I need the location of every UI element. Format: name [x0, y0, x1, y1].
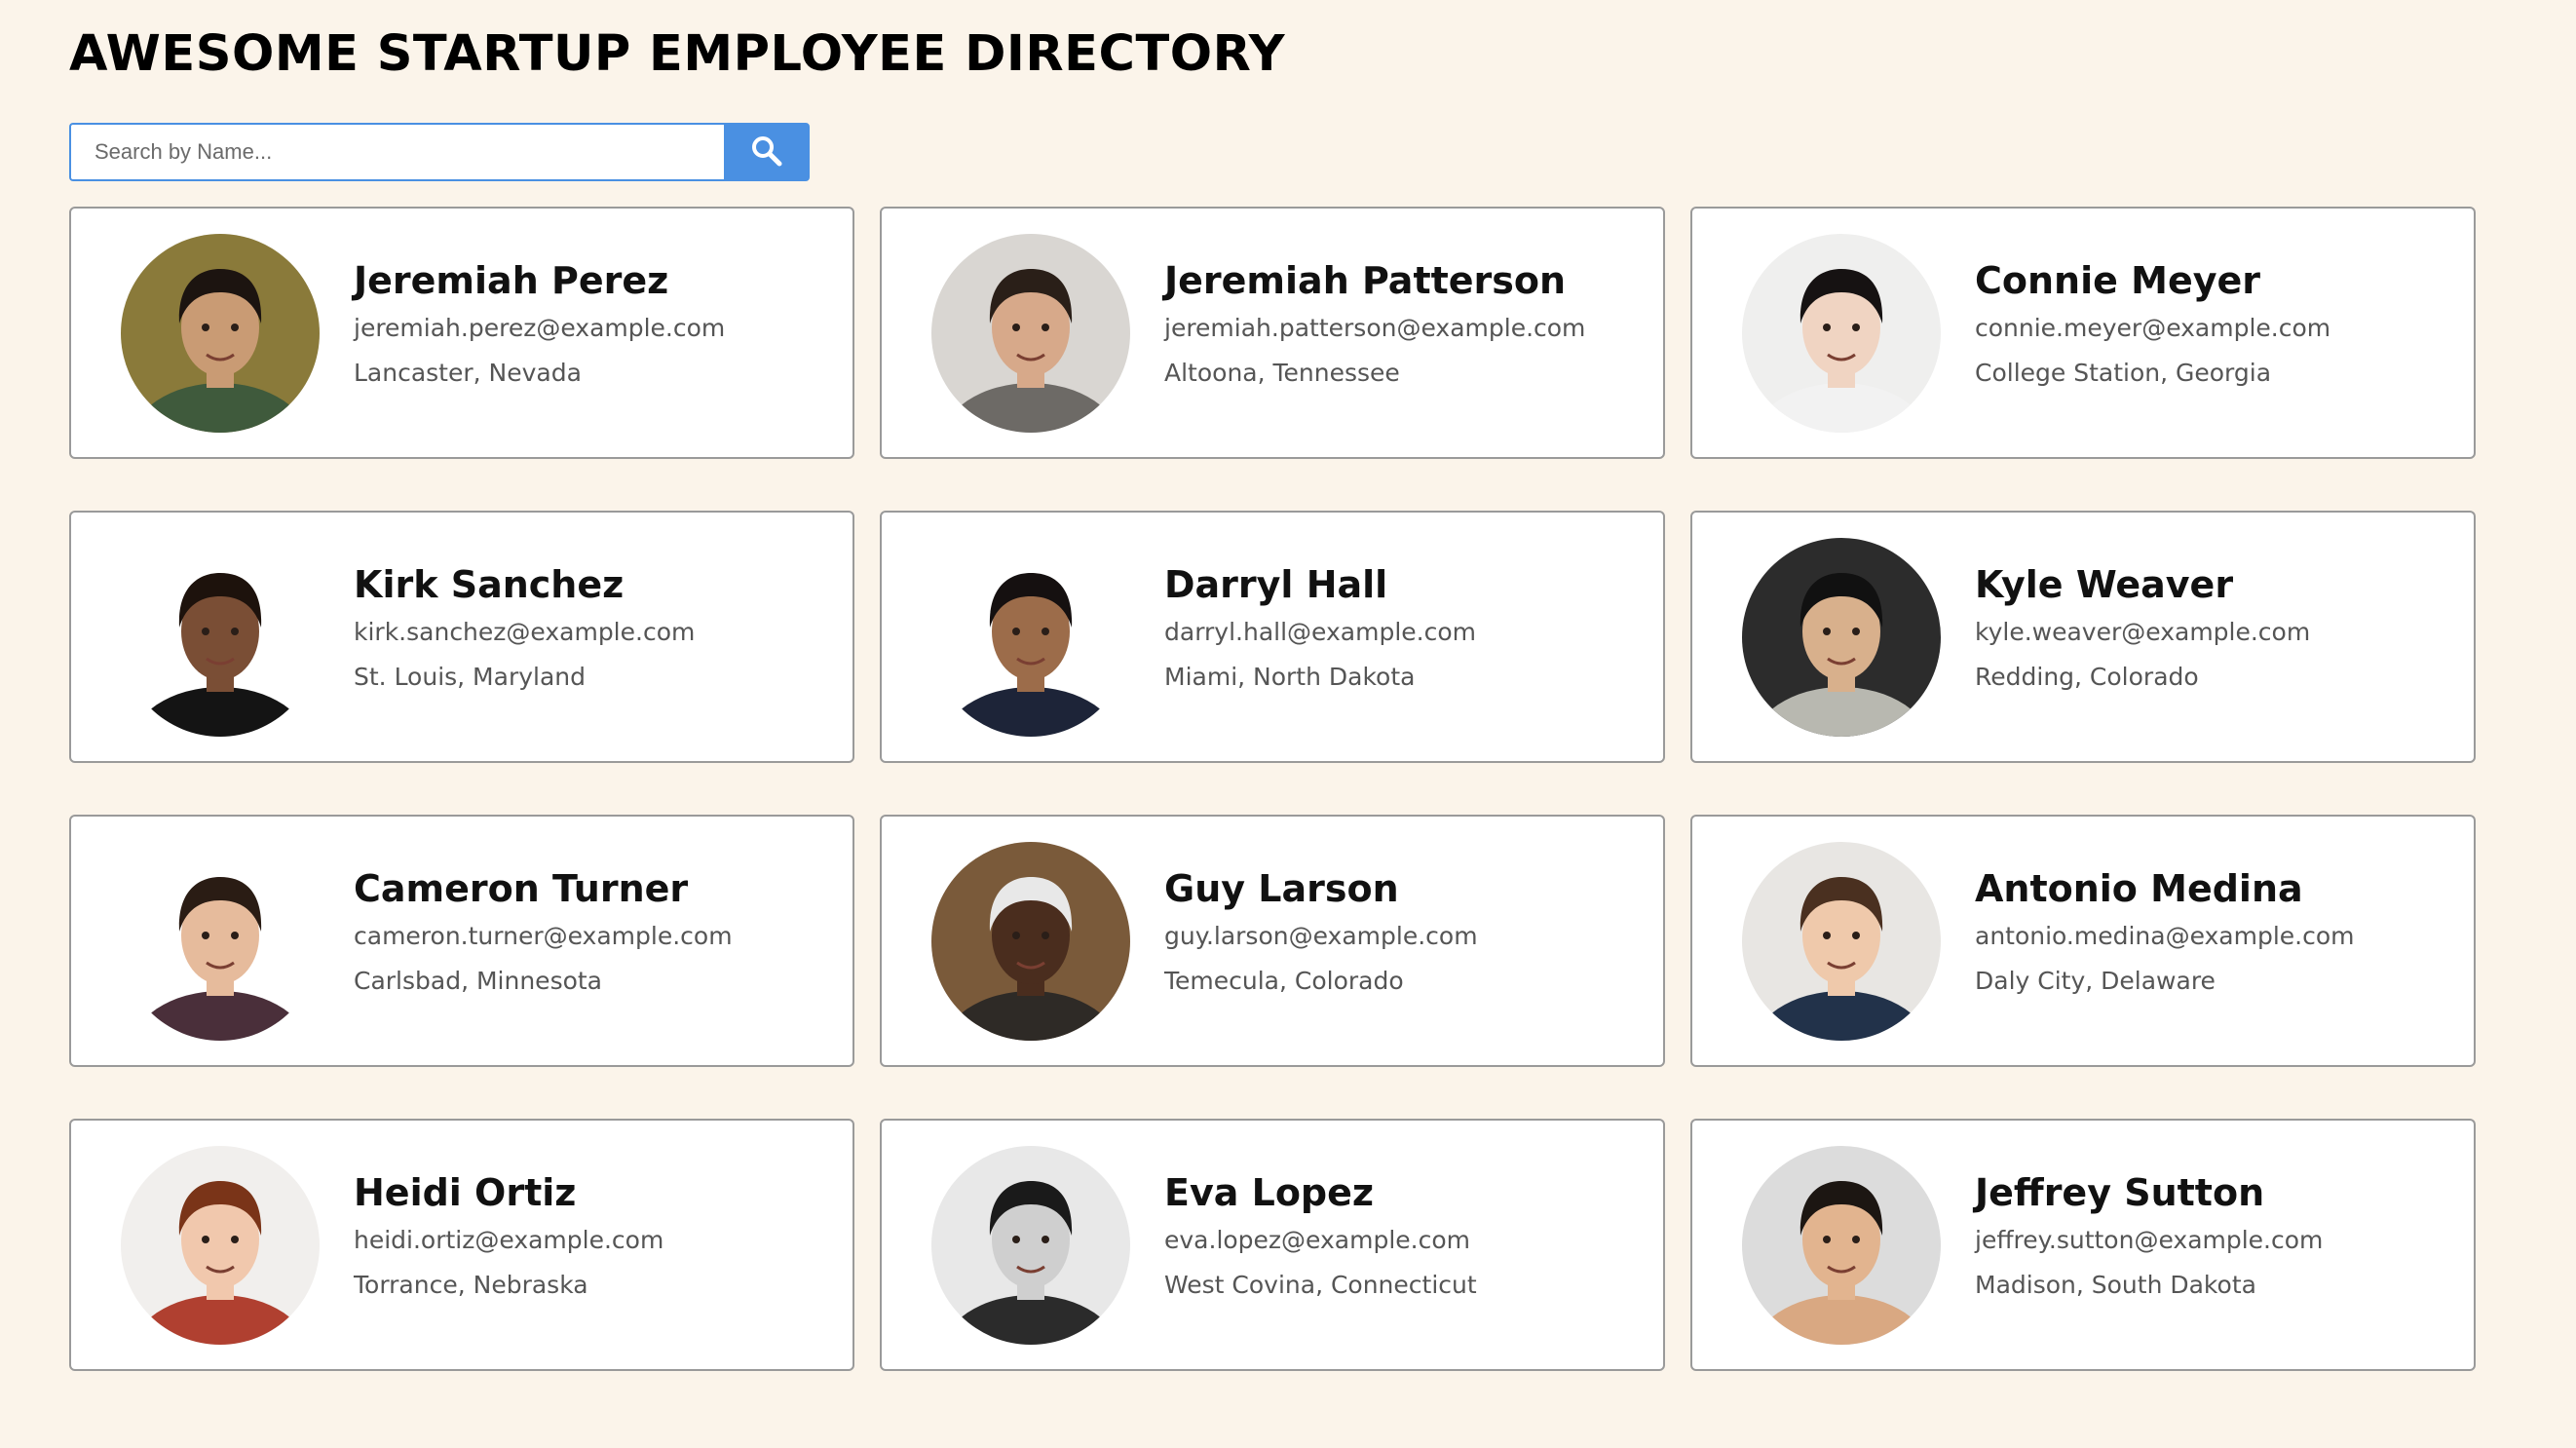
employee-card[interactable]: Heidi Ortiz heidi.ortiz@example.com Torr…: [69, 1119, 854, 1371]
employee-card[interactable]: Eva Lopez eva.lopez@example.com West Cov…: [880, 1119, 1665, 1371]
employee-card[interactable]: Guy Larson guy.larson@example.com Temecu…: [880, 815, 1665, 1067]
portrait-graphic: [121, 234, 320, 433]
employee-avatar: [121, 1146, 320, 1345]
employee-email: cameron.turner@example.com: [354, 922, 733, 950]
search-form: [69, 123, 810, 181]
employee-avatar: [121, 234, 320, 433]
employee-info: Jeremiah Perez jeremiah.perez@example.co…: [354, 259, 725, 388]
employee-name: Darryl Hall: [1164, 563, 1388, 606]
employee-email: eva.lopez@example.com: [1164, 1226, 1471, 1254]
employee-email: darryl.hall@example.com: [1164, 618, 1476, 646]
employee-email: guy.larson@example.com: [1164, 922, 1478, 950]
employee-info: Cameron Turner cameron.turner@example.co…: [354, 867, 733, 996]
portrait-graphic: [931, 842, 1130, 1041]
portrait-graphic: [931, 1146, 1130, 1345]
employee-location: Madison, South Dakota: [1975, 1271, 2256, 1299]
employee-info: Heidi Ortiz heidi.ortiz@example.com Torr…: [354, 1171, 663, 1300]
employee-email: heidi.ortiz@example.com: [354, 1226, 664, 1254]
employee-avatar: [1742, 1146, 1941, 1345]
portrait-graphic: [931, 234, 1130, 433]
employee-card[interactable]: Jeffrey Sutton jeffrey.sutton@example.co…: [1690, 1119, 2476, 1371]
search-input[interactable]: [69, 123, 724, 181]
page-title: AWESOME STARTUP EMPLOYEE DIRECTORY: [69, 25, 1285, 83]
employee-info: Darryl Hall darryl.hall@example.com Miam…: [1164, 563, 1476, 692]
employee-avatar: [931, 538, 1130, 737]
employee-name: Cameron Turner: [354, 867, 689, 910]
employee-grid: Jeremiah Perez jeremiah.perez@example.co…: [69, 207, 2476, 1371]
portrait-graphic: [1742, 842, 1941, 1041]
employee-name: Jeremiah Perez: [354, 259, 669, 302]
employee-info: Kyle Weaver kyle.weaver@example.com Redd…: [1975, 563, 2310, 692]
employee-card[interactable]: Jeremiah Patterson jeremiah.patterson@ex…: [880, 207, 1665, 459]
employee-location: Redding, Colorado: [1975, 663, 2199, 691]
employee-location: Carlsbad, Minnesota: [354, 967, 603, 995]
employee-info: Antonio Medina antonio.medina@example.co…: [1975, 867, 2355, 996]
employee-name: Heidi Ortiz: [354, 1171, 577, 1214]
employee-avatar: [121, 842, 320, 1041]
employee-name: Kirk Sanchez: [354, 563, 625, 606]
employee-avatar: [931, 234, 1130, 433]
portrait-graphic: [931, 538, 1130, 737]
employee-email: jeremiah.perez@example.com: [354, 314, 726, 342]
employee-info: Jeffrey Sutton jeffrey.sutton@example.co…: [1975, 1171, 2323, 1300]
employee-avatar: [931, 1146, 1130, 1345]
employee-avatar: [1742, 842, 1941, 1041]
employee-card[interactable]: Jeremiah Perez jeremiah.perez@example.co…: [69, 207, 854, 459]
employee-name: Eva Lopez: [1164, 1171, 1375, 1214]
employee-location: College Station, Georgia: [1975, 359, 2272, 387]
employee-card[interactable]: Antonio Medina antonio.medina@example.co…: [1690, 815, 2476, 1067]
employee-location: Altoona, Tennessee: [1164, 359, 1400, 387]
employee-avatar: [931, 842, 1130, 1041]
employee-location: West Covina, Connecticut: [1164, 1271, 1477, 1299]
employee-location: Daly City, Delaware: [1975, 967, 2216, 995]
employee-location: Miami, North Dakota: [1164, 663, 1416, 691]
search-button[interactable]: [724, 123, 810, 181]
employee-location: St. Louis, Maryland: [354, 663, 587, 691]
employee-info: Guy Larson guy.larson@example.com Temecu…: [1164, 867, 1478, 996]
employee-email: jeffrey.sutton@example.com: [1975, 1226, 2324, 1254]
employee-email: antonio.medina@example.com: [1975, 922, 2355, 950]
portrait-graphic: [121, 538, 320, 737]
portrait-graphic: [1742, 538, 1941, 737]
employee-name: Antonio Medina: [1975, 867, 2303, 910]
employee-name: Guy Larson: [1164, 867, 1399, 910]
employee-email: connie.meyer@example.com: [1975, 314, 2331, 342]
employee-card[interactable]: Connie Meyer connie.meyer@example.com Co…: [1690, 207, 2476, 459]
portrait-graphic: [1742, 234, 1941, 433]
employee-location: Lancaster, Nevada: [354, 359, 582, 387]
employee-location: Temecula, Colorado: [1164, 967, 1404, 995]
employee-avatar: [121, 538, 320, 737]
portrait-graphic: [121, 842, 320, 1041]
employee-email: kirk.sanchez@example.com: [354, 618, 696, 646]
portrait-graphic: [1742, 1146, 1941, 1345]
portrait-graphic: [121, 1146, 320, 1345]
employee-name: Connie Meyer: [1975, 259, 2260, 302]
search-icon: [750, 134, 783, 171]
employee-card[interactable]: Cameron Turner cameron.turner@example.co…: [69, 815, 854, 1067]
employee-name: Jeffrey Sutton: [1975, 1171, 2265, 1214]
employee-avatar: [1742, 234, 1941, 433]
employee-info: Jeremiah Patterson jeremiah.patterson@ex…: [1164, 259, 1585, 388]
employee-info: Connie Meyer connie.meyer@example.com Co…: [1975, 259, 2330, 388]
employee-name: Jeremiah Patterson: [1164, 259, 1567, 302]
employee-card[interactable]: Kyle Weaver kyle.weaver@example.com Redd…: [1690, 511, 2476, 763]
employee-info: Eva Lopez eva.lopez@example.com West Cov…: [1164, 1171, 1477, 1300]
employee-location: Torrance, Nebraska: [354, 1271, 588, 1299]
employee-email: kyle.weaver@example.com: [1975, 618, 2311, 646]
employee-info: Kirk Sanchez kirk.sanchez@example.com St…: [354, 563, 695, 692]
employee-avatar: [1742, 538, 1941, 737]
employee-email: jeremiah.patterson@example.com: [1164, 314, 1586, 342]
employee-name: Kyle Weaver: [1975, 563, 2234, 606]
employee-card[interactable]: Darryl Hall darryl.hall@example.com Miam…: [880, 511, 1665, 763]
employee-card[interactable]: Kirk Sanchez kirk.sanchez@example.com St…: [69, 511, 854, 763]
